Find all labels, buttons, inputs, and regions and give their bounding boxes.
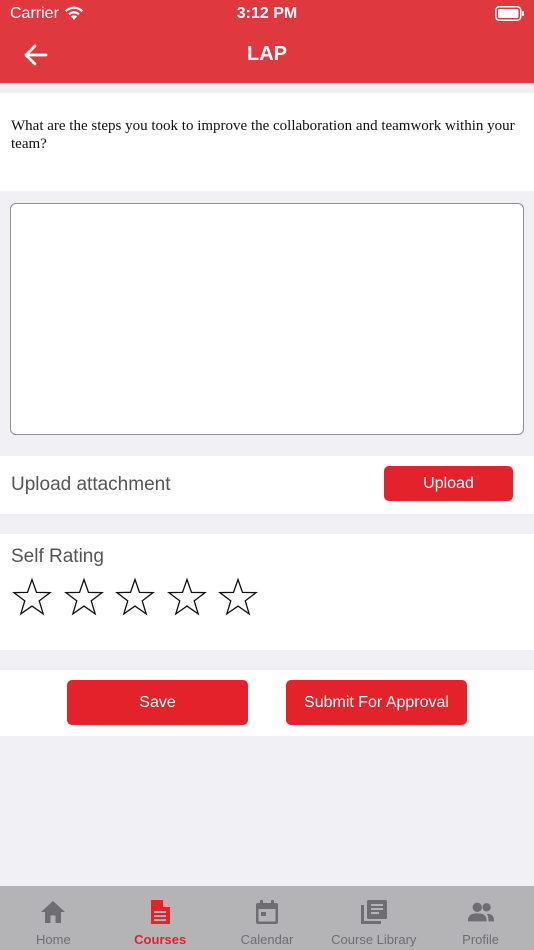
star-2-icon[interactable]	[63, 576, 105, 618]
question-card: What are the steps you took to improve t…	[0, 93, 534, 191]
submit-for-approval-button[interactable]: Submit For Approval	[286, 680, 467, 725]
tab-label: Courses	[134, 932, 187, 947]
page-title: LAP	[247, 43, 287, 65]
self-rating-label: Self Rating	[11, 546, 104, 567]
status-bar: Carrier 3:12 PM	[0, 0, 534, 30]
tab-label: Calendar	[240, 932, 294, 947]
screen: Carrier 3:12 PM LAP What are the steps y…	[0, 0, 534, 950]
calendar-icon	[253, 898, 281, 926]
tab-calendar[interactable]: Calendar	[214, 886, 321, 950]
tab-home[interactable]: Home	[0, 886, 107, 950]
answer-textarea[interactable]	[10, 203, 524, 435]
tab-label: Home	[36, 932, 71, 947]
upload-row: Upload attachment Upload	[0, 456, 534, 514]
tab-courses[interactable]: Courses	[107, 886, 214, 950]
tab-bar: Home Courses Calendar Course Library Pro…	[0, 886, 534, 950]
actions-row: Save Submit For Approval	[0, 670, 534, 736]
tab-course-library[interactable]: Course Library	[320, 886, 427, 950]
tab-profile[interactable]: Profile	[427, 886, 534, 950]
clock: 3:12 PM	[236, 5, 298, 22]
star-3-icon[interactable]	[114, 576, 156, 618]
app-header: Carrier 3:12 PM LAP	[0, 0, 534, 83]
battery-icon	[495, 6, 524, 21]
save-button[interactable]: Save	[67, 680, 248, 725]
upload-label: Upload attachment	[11, 474, 171, 495]
library-icon	[360, 898, 388, 926]
star-5-icon[interactable]	[217, 576, 259, 618]
star-4-icon[interactable]	[166, 576, 208, 618]
document-icon	[146, 898, 174, 926]
upload-button[interactable]: Upload	[384, 466, 513, 501]
people-icon	[467, 898, 495, 926]
tab-label: Profile	[462, 932, 500, 947]
question-text: What are the steps you took to improve t…	[11, 118, 515, 152]
home-icon	[39, 898, 67, 926]
tab-label: Course Library	[331, 932, 417, 947]
star-1-icon[interactable]	[11, 576, 53, 618]
nav-bar: LAP	[0, 30, 534, 83]
self-rating-section: Self Rating	[0, 534, 534, 650]
